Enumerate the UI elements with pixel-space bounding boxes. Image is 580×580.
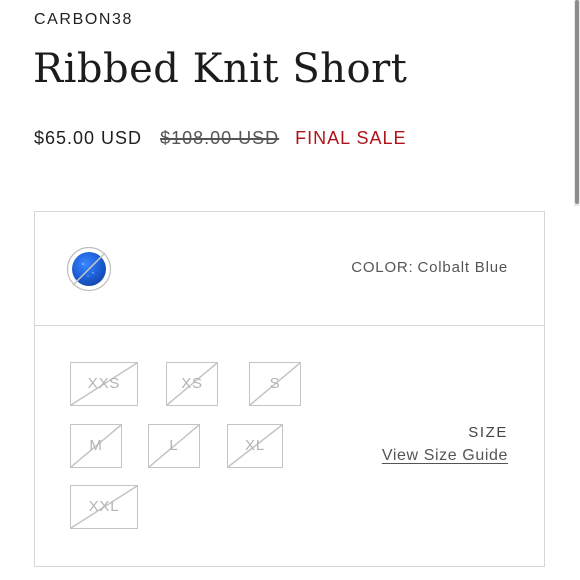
brand-name[interactable]: CARBON38 bbox=[34, 11, 133, 29]
size-option-xxs[interactable]: XXS bbox=[70, 362, 138, 406]
size-guide-link[interactable]: View Size Guide bbox=[382, 447, 508, 465]
size-label: L bbox=[169, 437, 179, 454]
size-label: M bbox=[89, 437, 103, 454]
size-section: XXS XS S M L XL XXL SIZE View Size Guide bbox=[35, 326, 544, 566]
size-option-xl[interactable]: XL bbox=[227, 424, 283, 468]
selected-color-label: COLOR: Colbalt Blue bbox=[351, 259, 508, 276]
product-title: Ribbed Knit Short bbox=[33, 46, 408, 92]
current-price: $65.00 USD bbox=[34, 128, 143, 148]
size-label: XXS bbox=[87, 375, 121, 392]
size-option-l[interactable]: L bbox=[148, 424, 200, 468]
size-option-s[interactable]: S bbox=[249, 362, 301, 406]
color-value: Colbalt Blue bbox=[417, 259, 508, 276]
size-option-xxl[interactable]: XXL bbox=[70, 485, 138, 529]
color-label-prefix: COLOR: bbox=[351, 259, 414, 276]
price-row: $65.00 USD $108.00 USD FINAL SALE bbox=[34, 128, 407, 149]
final-sale-badge: FINAL SALE bbox=[295, 128, 407, 148]
size-label: XL bbox=[245, 437, 265, 454]
color-swatch-cobalt-blue[interactable] bbox=[66, 246, 112, 292]
variant-selector-panel: COLOR: Colbalt Blue XXS XS S M L XL XXL … bbox=[34, 211, 545, 567]
color-section: COLOR: Colbalt Blue bbox=[35, 212, 544, 326]
swatch-icon bbox=[66, 246, 112, 292]
compare-at-price: $108.00 USD bbox=[160, 128, 280, 148]
scrollbar-thumb[interactable] bbox=[575, 0, 579, 204]
size-label: XXL bbox=[88, 498, 120, 515]
size-label: S bbox=[269, 375, 281, 392]
page-scrollbar[interactable] bbox=[574, 0, 580, 206]
size-option-xs[interactable]: XS bbox=[166, 362, 218, 406]
size-option-m[interactable]: M bbox=[70, 424, 122, 468]
size-label: XS bbox=[181, 375, 203, 392]
size-heading: SIZE bbox=[468, 424, 508, 441]
